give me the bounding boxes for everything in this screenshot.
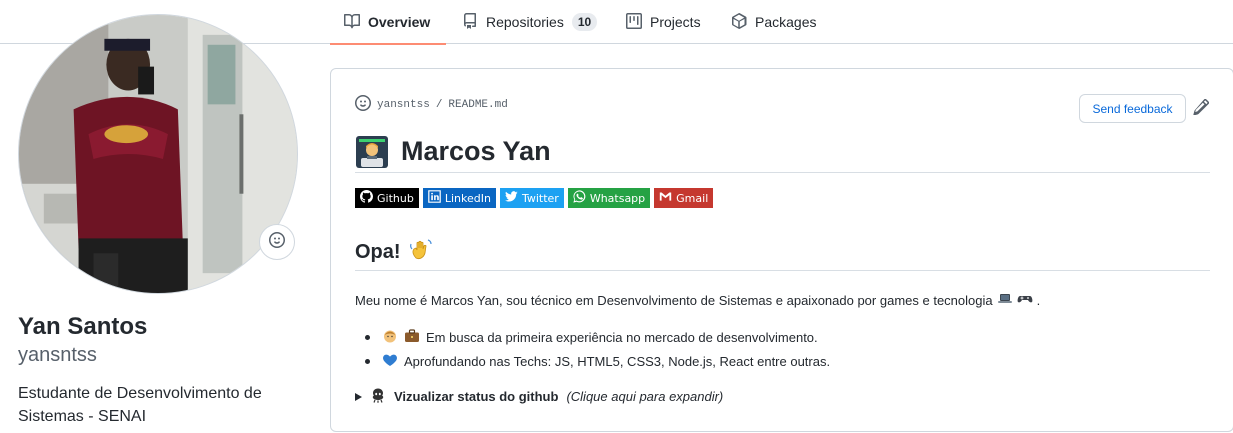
- pencil-icon[interactable]: [1193, 98, 1210, 116]
- linkedin-badge-label: LinkedIn: [444, 191, 491, 205]
- tab-repositories[interactable]: Repositories 10: [462, 0, 598, 44]
- github-badge-label: Github: [377, 191, 414, 205]
- person-emoji-icon: [382, 328, 398, 347]
- tab-packages[interactable]: Packages: [731, 0, 816, 44]
- gamepad-emoji-icon: [1017, 291, 1033, 310]
- whatsapp-badge[interactable]: Whatsapp: [567, 188, 651, 208]
- list-item-text: Em busca da primeira experiência no merc…: [426, 329, 818, 345]
- linkedin-icon: [428, 190, 441, 206]
- readme-heading: Marcos Yan: [355, 131, 1210, 173]
- list-item: Em busca da primeira experiência no merc…: [365, 325, 830, 349]
- gmail-badge[interactable]: Gmail: [654, 188, 714, 208]
- readme-list: Em busca da primeira experiência no merc…: [365, 325, 830, 373]
- twitter-badge[interactable]: Twitter: [499, 188, 564, 208]
- readme-intro-text: Meu nome é Marcos Yan, sou técnico em De…: [355, 293, 993, 308]
- tab-repositories-label: Repositories: [486, 14, 564, 30]
- details-summary-hint: (Clique aqui para expandir): [566, 389, 724, 404]
- send-feedback-button[interactable]: Send feedback: [1079, 94, 1186, 123]
- smiley-icon: [355, 95, 371, 115]
- linkedin-badge[interactable]: LinkedIn: [422, 188, 496, 208]
- smiley-icon: [269, 231, 285, 253]
- twitter-badge-label: Twitter: [521, 191, 559, 205]
- laptop-emoji-icon: [997, 291, 1013, 310]
- profile-username: yansntss: [18, 344, 97, 366]
- book-icon: [344, 13, 360, 32]
- readme-subheading: Opa!: [355, 235, 1210, 271]
- briefcase-emoji-icon: [404, 328, 420, 347]
- avatar[interactable]: [18, 14, 298, 294]
- github-icon: [360, 190, 373, 206]
- list-item-text: Aprofundando nas Techs: JS, HTML5, CSS3,…: [404, 353, 831, 369]
- readme-subtitle: Opa!: [355, 241, 401, 263]
- social-badges: Github LinkedIn Twitter Whatsapp Gmail: [355, 188, 714, 208]
- tab-overview[interactable]: Overview: [329, 0, 447, 45]
- repo-icon: [462, 12, 478, 32]
- repositories-count-badge: 10: [571, 13, 598, 31]
- details-summary-label: Vizualizar status do github: [394, 389, 559, 404]
- package-icon: [731, 12, 747, 32]
- profile-fullname: Yan Santos: [18, 313, 148, 340]
- bullet-icon: [365, 358, 370, 364]
- whatsapp-badge-label: Whatsapp: [589, 191, 646, 205]
- readme-crumb-file[interactable]: README.md: [448, 99, 507, 111]
- list-item: Aprofundando nas Techs: JS, HTML5, CSS3,…: [365, 349, 830, 373]
- tab-overview-label: Overview: [368, 14, 431, 30]
- readme-breadcrumb: yansntss / README.md: [355, 95, 508, 115]
- blue-heart-emoji-icon: [382, 352, 398, 371]
- bullet-icon: [365, 334, 370, 340]
- tab-projects-label: Projects: [650, 14, 701, 30]
- project-icon: [626, 12, 642, 32]
- twitter-icon: [504, 190, 518, 206]
- octocat-icon: [370, 387, 386, 406]
- technologist-emoji-icon: [355, 135, 389, 169]
- readme-intro: Meu nome é Marcos Yan, sou técnico em De…: [355, 291, 1040, 310]
- disclosure-triangle-icon: [355, 392, 362, 401]
- readme-title: Marcos Yan: [401, 136, 551, 166]
- set-status-button[interactable]: [259, 224, 295, 260]
- tab-packages-label: Packages: [755, 14, 817, 30]
- github-stats-details-toggle[interactable]: Vizualizar status do github (Clique aqui…: [355, 387, 723, 406]
- github-badge[interactable]: Github: [355, 188, 419, 208]
- readme-crumb-separator: /: [435, 99, 443, 111]
- tab-projects[interactable]: Projects: [626, 0, 701, 44]
- whatsapp-icon: [573, 190, 586, 206]
- gmail-icon: [659, 190, 672, 206]
- waving-hand-emoji-icon: [409, 238, 433, 267]
- gmail-badge-label: Gmail: [676, 191, 709, 205]
- readme-crumb-user[interactable]: yansntss: [377, 99, 430, 111]
- readme-intro-end: .: [1036, 293, 1041, 308]
- profile-readme-card: yansntss / README.md Send feedback Marco…: [330, 68, 1233, 432]
- profile-bio: Estudante de Desenvolvimento de Sistemas…: [18, 385, 262, 425]
